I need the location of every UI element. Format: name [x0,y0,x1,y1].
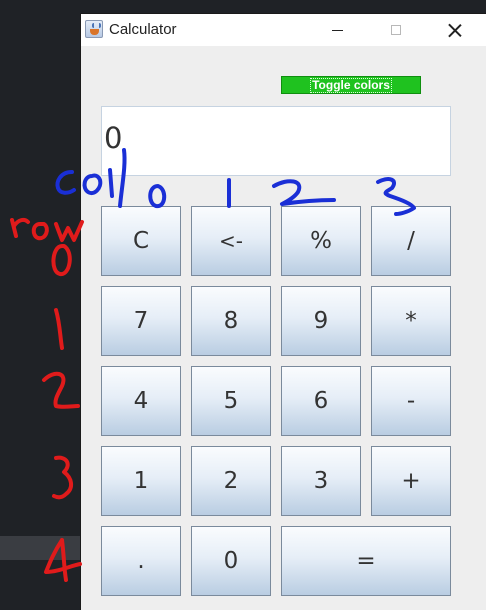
display-value: 0 [104,121,123,155]
annotation-row-number-0 [51,244,72,276]
multiply-button[interactable]: * [371,286,451,356]
annotation-row-label [10,217,84,242]
equals-button[interactable]: = [281,526,451,596]
digit-4-button[interactable]: 4 [101,366,181,436]
toggle-colors-button[interactable]: Toggle colors [281,76,421,94]
digit-9-button[interactable]: 9 [281,286,361,356]
maximize-button[interactable] [373,14,419,46]
digit-3-button[interactable]: 3 [281,446,361,516]
annotation-row-number-3 [52,455,73,500]
toggle-colors-label: Toggle colors [310,77,392,93]
subtract-button[interactable]: - [371,366,451,436]
annotation-row-number-2 [42,371,80,409]
calculator-window: Calculator Toggle colors 0 C <- % / 7 8 … [81,14,486,610]
digit-6-button[interactable]: 6 [281,366,361,436]
backspace-button[interactable]: <- [191,206,271,276]
decimal-point-button[interactable]: . [101,526,181,596]
digit-8-button[interactable]: 8 [191,286,271,356]
digit-5-button[interactable]: 5 [191,366,271,436]
add-button[interactable]: + [371,446,451,516]
percent-button[interactable]: % [281,206,361,276]
close-button[interactable] [432,14,478,46]
digit-1-button[interactable]: 1 [101,446,181,516]
java-app-icon [85,20,103,38]
annotation-row-number-1 [54,308,64,350]
minimize-button[interactable] [314,14,360,46]
digit-2-button[interactable]: 2 [191,446,271,516]
clear-button[interactable]: C [101,206,181,276]
calculator-display: 0 [101,106,451,176]
window-title: Calculator [109,21,177,38]
background-ide-strip [0,536,81,560]
divide-button[interactable]: / [371,206,451,276]
minimize-icon [331,29,343,31]
title-bar[interactable]: Calculator [81,14,486,46]
close-icon [448,23,462,37]
digit-0-button[interactable]: 0 [191,526,271,596]
digit-7-button[interactable]: 7 [101,286,181,356]
maximize-icon [391,25,401,35]
